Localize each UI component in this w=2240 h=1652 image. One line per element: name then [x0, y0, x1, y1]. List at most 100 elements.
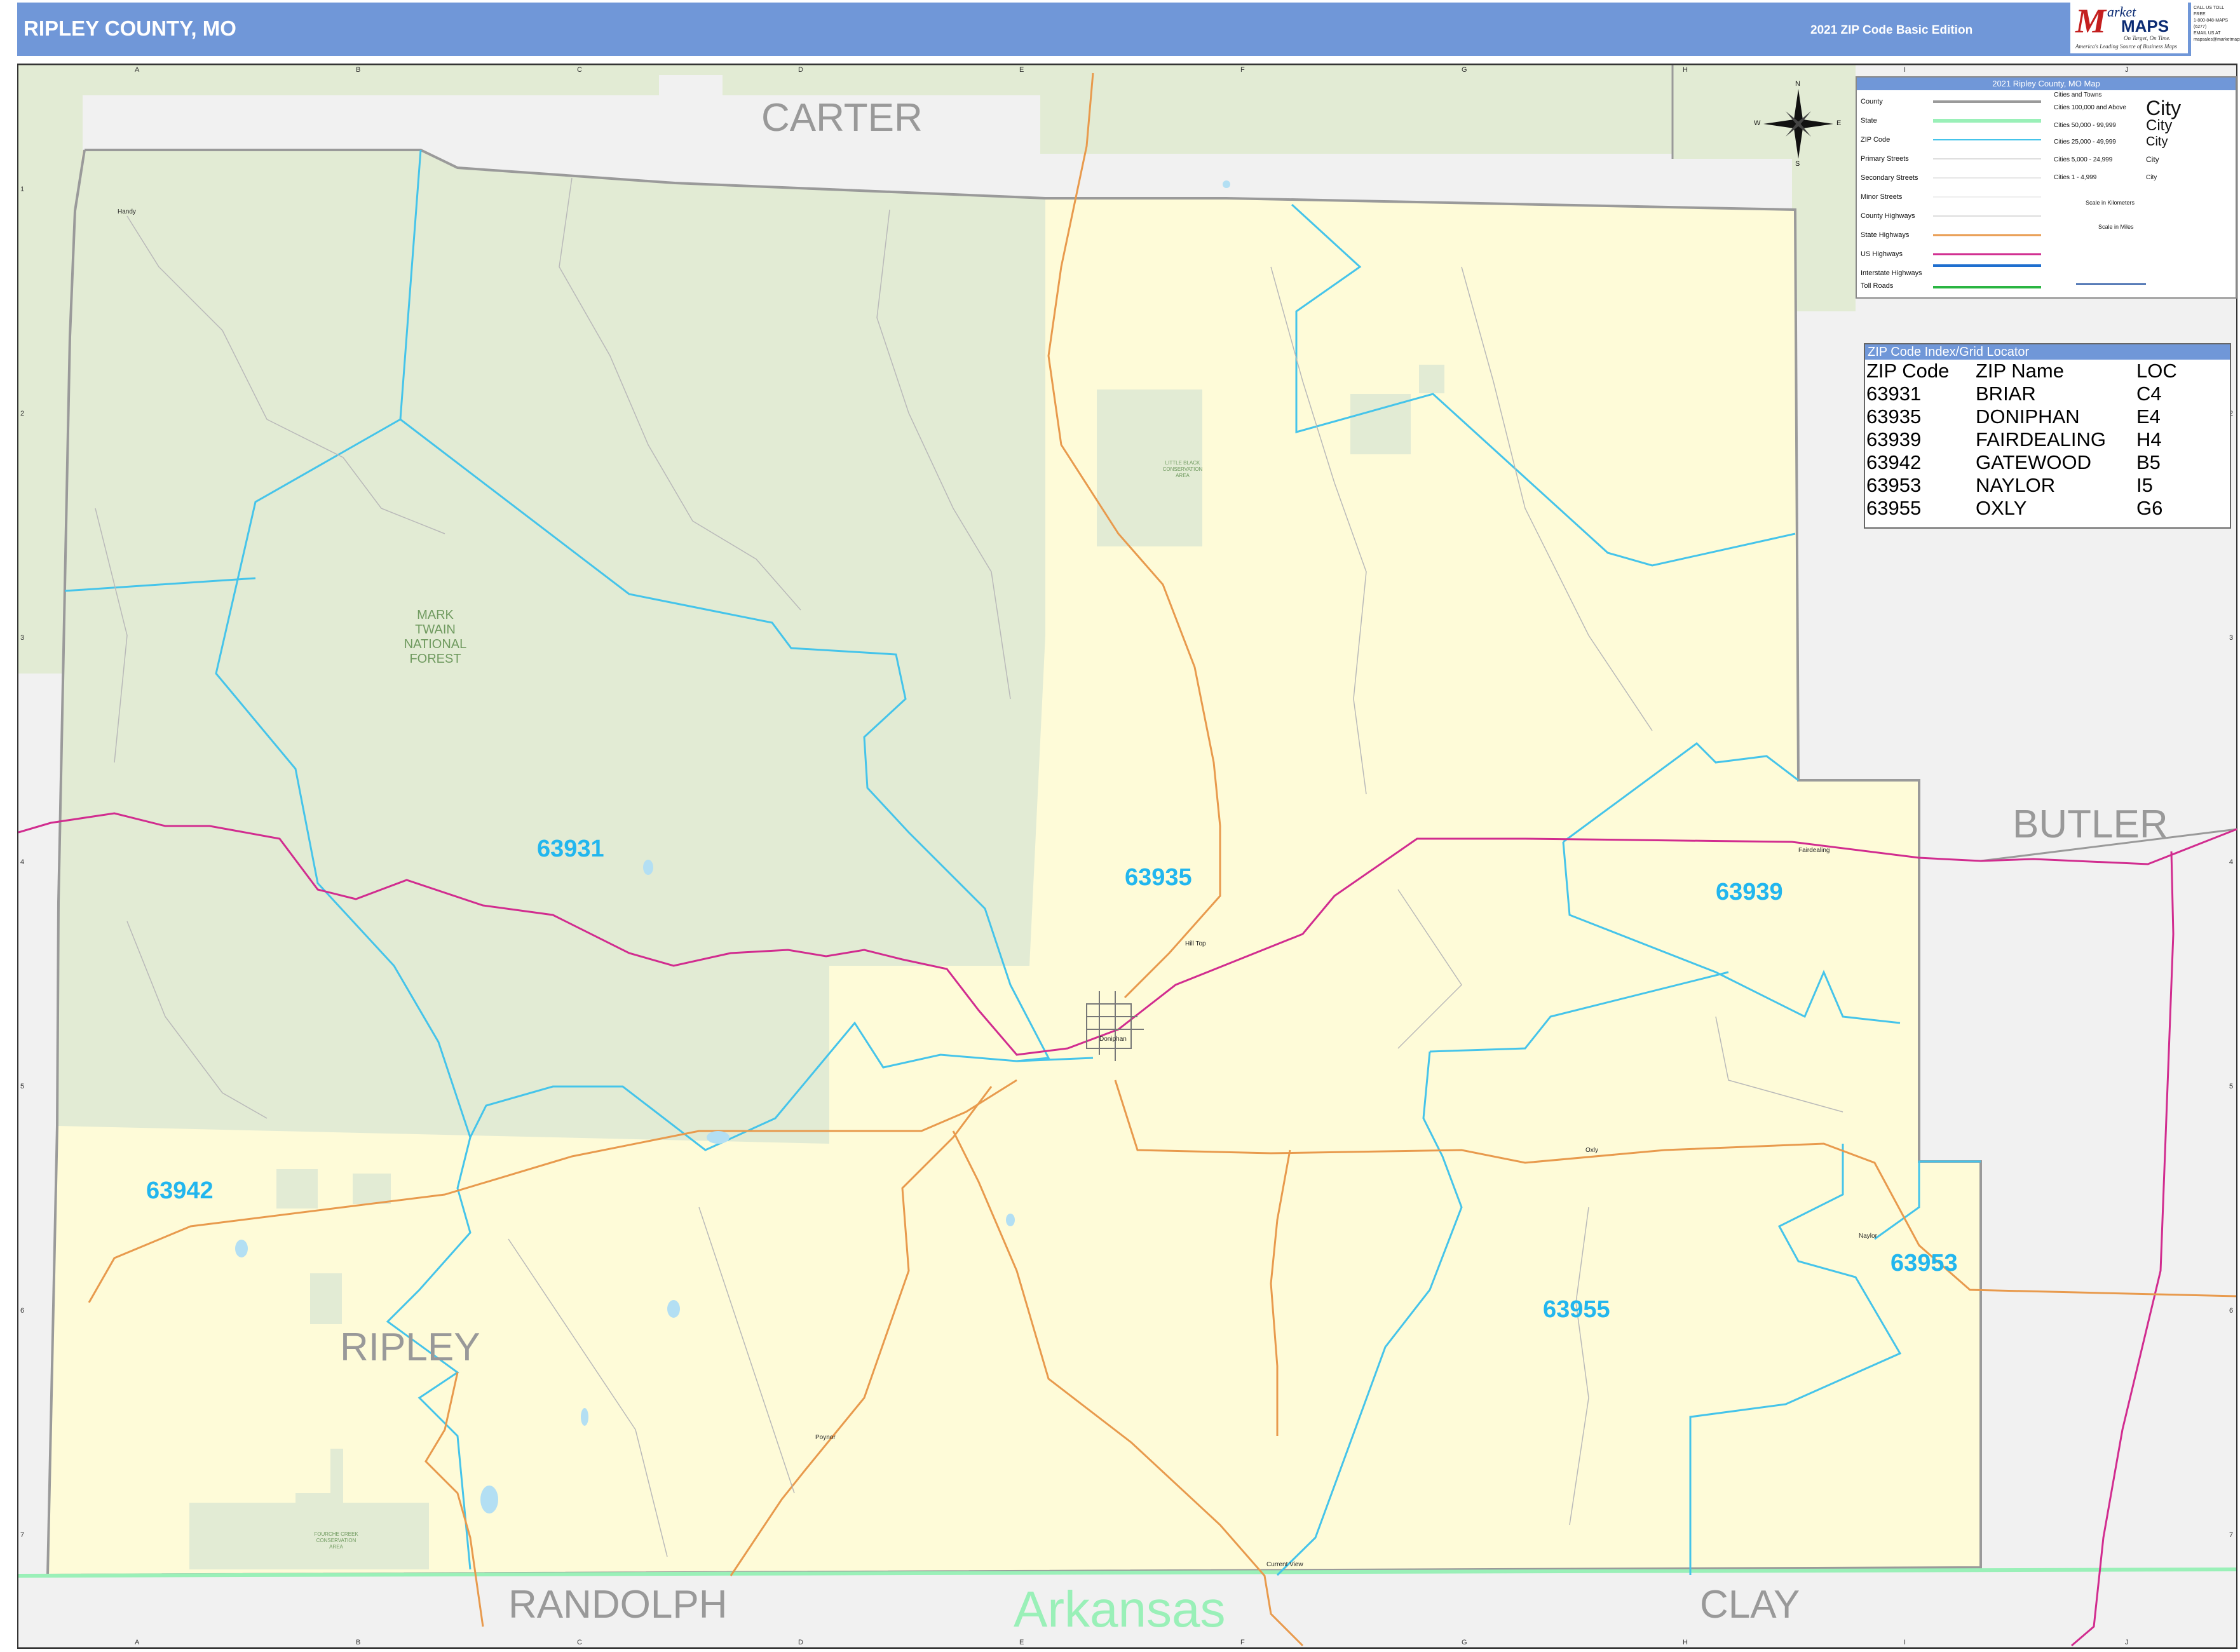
- grid-col-b: B: [356, 1639, 361, 1646]
- place-label-naylor: Naylor: [1859, 1233, 1877, 1240]
- west-conservation-area-2: [353, 1174, 391, 1204]
- zip-index-row[interactable]: 63955 OXLY G6: [1865, 497, 2230, 520]
- zip-code-cell: 63942: [1866, 451, 1922, 473]
- zip-label-63939[interactable]: 63939: [1716, 879, 1783, 906]
- zip-loc-cell: B5: [2136, 451, 2161, 473]
- grid-row-4: 4: [2229, 858, 2234, 866]
- grid-col-b: B: [356, 66, 361, 74]
- zip-name-cell: NAYLOR: [1976, 474, 2056, 496]
- zip-loc-cell: I5: [2136, 474, 2153, 496]
- grid-row-2: 2: [20, 410, 25, 417]
- legend-city-class: Cities 50,000 - 99,999: [2054, 122, 2116, 129]
- neighbor-label-butler: BUTLER: [2013, 802, 2168, 846]
- grid-col-j: J: [2125, 66, 2129, 74]
- zip-code-cell: 63931: [1866, 383, 1922, 405]
- grid-row-5: 5: [2229, 1083, 2234, 1090]
- zip-code-cell: 63955: [1866, 497, 1922, 519]
- place-label-handy: Handy: [118, 208, 136, 215]
- neighbor-label-carter: CARTER: [761, 96, 923, 140]
- conservation-label-little-black: LITTLE BLACK CONSERVATION AREA: [1162, 460, 1203, 478]
- grid-col-h: H: [1683, 66, 1688, 74]
- zip-index-table: ZIP Code Index/Grid Locator ZIP Code ZIP…: [1864, 343, 2231, 529]
- grid-row-1: 1: [20, 186, 25, 193]
- zip-label-63955[interactable]: 63955: [1543, 1296, 1610, 1324]
- grid-col-d: D: [798, 1639, 803, 1646]
- map-legend: 2021 Ripley County, MO Map County State …: [1856, 76, 2237, 299]
- zip-index-header: LOC: [2136, 360, 2177, 382]
- zip-index-header-row: ZIP Code ZIP Name LOC: [1865, 360, 2230, 383]
- place-label-doniphan: Doniphan: [1099, 1036, 1127, 1043]
- zip-code-cell: 63939: [1866, 428, 1922, 450]
- grid-row-4: 4: [20, 858, 25, 866]
- forest-label-line: MARK: [417, 608, 454, 622]
- grid-col-g: G: [1462, 1639, 1467, 1646]
- grid-col-g: G: [1462, 66, 1467, 74]
- zip-label-63942[interactable]: 63942: [146, 1177, 214, 1205]
- legend-cities-header: Cities and Towns: [2054, 91, 2102, 98]
- zip-index-row[interactable]: 63931 BRIAR C4: [1865, 383, 2230, 405]
- place-label-oxly: Oxly: [1585, 1147, 1598, 1154]
- zip-loc-cell: C4: [2136, 383, 2162, 405]
- legend-scale-mi: Scale in Miles: [2098, 224, 2134, 230]
- legend-scale-km: Scale in Kilometers: [2086, 200, 2135, 206]
- forest-label-line: FOREST: [409, 652, 461, 666]
- zip-index-row[interactable]: 63942 GATEWOOD B5: [1865, 451, 2230, 474]
- forest-label-line: NATIONAL: [404, 637, 467, 651]
- legend-city-sample: City: [2146, 174, 2157, 181]
- legend-city-sample: City: [2146, 155, 2159, 164]
- legend-city-class: Cities 5,000 - 24,999: [2054, 156, 2113, 163]
- zip-index-row[interactable]: 63935 DONIPHAN E4: [1865, 405, 2230, 428]
- zip-code-cell: 63935: [1866, 405, 1922, 428]
- grid-col-labels-bottom: A B C D E F G H I J: [0, 1639, 2240, 1648]
- grid-col-d: D: [798, 66, 803, 74]
- zip-loc-cell: H4: [2136, 428, 2162, 450]
- legend-city-class: Cities 25,000 - 49,999: [2054, 139, 2116, 146]
- conservation-label-fourche: FOURCHE CREEK CONSERVATION AREA: [314, 1531, 358, 1550]
- place-label-current-view: Current View: [1266, 1561, 1303, 1568]
- place-label-fairdealing: Fairdealing: [1798, 847, 1830, 854]
- zip-name-cell: BRIAR: [1976, 383, 2036, 405]
- west-conservation-area-3: [310, 1273, 342, 1324]
- grid-row-5: 5: [20, 1083, 25, 1090]
- zip-index-row[interactable]: 63953 NAYLOR I5: [1865, 474, 2230, 497]
- zip-index-title: ZIP Code Index/Grid Locator: [1865, 344, 2230, 360]
- grid-col-e: E: [1019, 66, 1024, 74]
- zip-label-63931[interactable]: 63931: [537, 836, 604, 863]
- grid-row-3: 3: [2229, 634, 2234, 642]
- grid-col-c: C: [577, 1639, 582, 1646]
- forest-label: MARK TWAIN NATIONAL FOREST: [391, 608, 480, 667]
- zip-loc-cell: E4: [2136, 405, 2161, 428]
- zip-label-63935[interactable]: 63935: [1125, 864, 1192, 891]
- grid-col-i: I: [1904, 1639, 1906, 1646]
- county-label-ripley: RIPLEY: [340, 1325, 480, 1369]
- grid-row-6: 6: [20, 1307, 25, 1315]
- zip-index-row[interactable]: 63939 FAIRDEALING H4: [1865, 428, 2230, 451]
- grid-col-f: F: [1240, 66, 1245, 74]
- place-label-hill-top: Hill Top: [1185, 940, 1206, 947]
- grid-row-labels: 1 2 3 4 5 6 7: [20, 0, 29, 1652]
- zip-index-header: ZIP Code: [1866, 360, 1950, 382]
- state-label-arkansas: Arkansas: [1014, 1581, 1226, 1637]
- grid-col-a: A: [135, 1639, 140, 1646]
- grid-col-f: F: [1240, 1639, 1245, 1646]
- zip-name-cell: DONIPHAN: [1976, 405, 2080, 428]
- zip-code-cell: 63953: [1866, 474, 1922, 496]
- zip-label-63953[interactable]: 63953: [1890, 1250, 1958, 1277]
- compass-w: W: [1754, 119, 1761, 127]
- zip-index-header: ZIP Name: [1976, 360, 2064, 382]
- small-conservation-area: [1419, 365, 1444, 393]
- zip-name-cell: GATEWOOD: [1976, 451, 2091, 473]
- grid-row-6: 6: [2229, 1307, 2234, 1315]
- west-conservation-area-1: [276, 1169, 318, 1209]
- place-label-poynor: Poynor: [815, 1434, 836, 1441]
- neighbor-label-randolph: RANDOLPH: [508, 1583, 728, 1627]
- compass-n: N: [1795, 80, 1800, 88]
- compass-e: E: [1836, 119, 1842, 127]
- grid-row-7: 7: [2229, 1531, 2234, 1539]
- legend-city-sample: City: [2146, 135, 2168, 149]
- grid-col-j: J: [2125, 1639, 2129, 1646]
- legend-city-class: Cities 1 - 4,999: [2054, 174, 2097, 181]
- zip-name-cell: FAIRDEALING: [1976, 428, 2106, 450]
- neighbor-label-clay: CLAY: [1700, 1583, 1800, 1627]
- grid-col-i: I: [1904, 66, 1906, 74]
